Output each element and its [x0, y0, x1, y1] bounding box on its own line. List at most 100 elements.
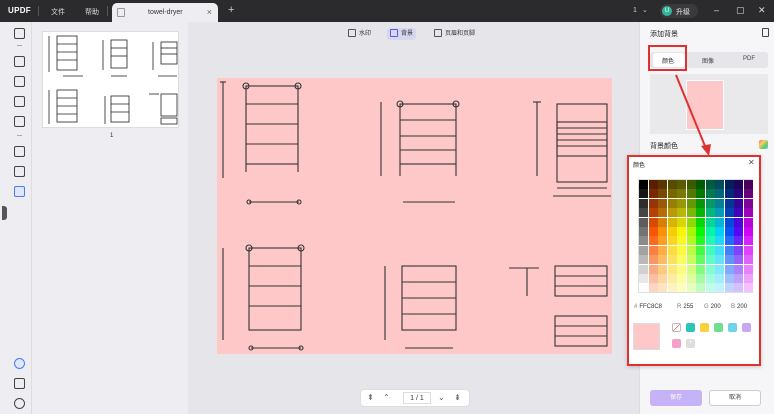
color-cell[interactable]	[667, 198, 677, 208]
color-cell[interactable]	[734, 274, 744, 284]
color-cell[interactable]	[648, 208, 658, 218]
color-cell[interactable]	[743, 274, 753, 284]
color-cell[interactable]	[677, 274, 687, 284]
color-picker-icon[interactable]	[759, 140, 768, 149]
color-cell[interactable]	[677, 189, 687, 199]
color-cell[interactable]	[686, 283, 696, 293]
color-cell[interactable]	[715, 236, 725, 246]
color-cell[interactable]	[724, 236, 734, 246]
color-cell[interactable]	[724, 217, 734, 227]
color-cell[interactable]	[658, 189, 668, 199]
color-cell[interactable]	[686, 245, 696, 255]
color-cell[interactable]	[696, 198, 706, 208]
page-tools-icon[interactable]	[14, 186, 25, 197]
color-cell[interactable]	[658, 180, 668, 190]
color-cell[interactable]	[639, 264, 649, 274]
color-cell[interactable]	[686, 236, 696, 246]
color-cell[interactable]	[724, 208, 734, 218]
menu-help[interactable]: 帮助	[85, 7, 99, 17]
color-cell[interactable]	[648, 180, 658, 190]
color-cell[interactable]	[667, 255, 677, 265]
color-cell[interactable]	[705, 180, 715, 190]
green-value[interactable]: G 200	[704, 304, 721, 310]
color-cell[interactable]	[639, 245, 649, 255]
upgrade-button[interactable]: U 升级	[660, 4, 698, 18]
color-cell[interactable]	[639, 208, 649, 218]
color-cell[interactable]	[639, 227, 649, 237]
prev-page-icon[interactable]: ⌃	[383, 393, 390, 402]
menu-file[interactable]: 文件	[51, 7, 65, 17]
color-cell[interactable]	[648, 245, 658, 255]
color-cell[interactable]	[686, 264, 696, 274]
color-cell[interactable]	[686, 189, 696, 199]
color-cell[interactable]	[724, 283, 734, 293]
new-tab-icon[interactable]: +	[228, 4, 234, 16]
color-cell[interactable]	[734, 245, 744, 255]
color-cell[interactable]	[648, 274, 658, 284]
header-footer-tool[interactable]: 页眉和页脚	[434, 28, 475, 40]
color-cell[interactable]	[696, 274, 706, 284]
color-cell[interactable]	[734, 236, 744, 246]
color-cell[interactable]	[724, 245, 734, 255]
color-cell[interactable]	[639, 274, 649, 284]
color-cell[interactable]	[677, 245, 687, 255]
color-cell[interactable]	[696, 255, 706, 265]
color-cell[interactable]	[696, 180, 706, 190]
color-cell[interactable]	[724, 198, 734, 208]
add-color-button[interactable]: +	[686, 339, 695, 348]
color-cell[interactable]	[715, 245, 725, 255]
color-cell[interactable]	[667, 236, 677, 246]
edit-icon[interactable]	[14, 76, 25, 87]
color-cell[interactable]	[658, 255, 668, 265]
color-cell[interactable]	[734, 189, 744, 199]
color-cell[interactable]	[686, 227, 696, 237]
color-cell[interactable]	[677, 208, 687, 218]
close-tab-icon[interactable]: ×	[207, 7, 212, 17]
color-cell[interactable]	[724, 227, 734, 237]
color-cell[interactable]	[667, 217, 677, 227]
color-cell[interactable]	[648, 217, 658, 227]
color-cell[interactable]	[743, 283, 753, 293]
color-cell[interactable]	[677, 198, 687, 208]
color-cell[interactable]	[715, 255, 725, 265]
first-page-icon[interactable]: ⇞	[367, 393, 374, 402]
color-cell[interactable]	[686, 208, 696, 218]
color-cell[interactable]	[677, 255, 687, 265]
export-icon[interactable]	[762, 28, 769, 37]
color-cell[interactable]	[705, 227, 715, 237]
recent-color-swatch[interactable]	[714, 323, 723, 332]
color-cell[interactable]	[686, 198, 696, 208]
color-cell[interactable]	[648, 255, 658, 265]
color-cell[interactable]	[658, 236, 668, 246]
color-cell[interactable]	[705, 255, 715, 265]
color-cell[interactable]	[639, 236, 649, 246]
color-cell[interactable]	[667, 208, 677, 218]
color-cell[interactable]	[639, 198, 649, 208]
color-cell[interactable]	[696, 245, 706, 255]
color-cell[interactable]	[715, 264, 725, 274]
color-cell[interactable]	[677, 236, 687, 246]
color-cell[interactable]	[715, 274, 725, 284]
color-cell[interactable]	[639, 283, 649, 293]
color-cell[interactable]	[677, 217, 687, 227]
page-thumbnail[interactable]	[42, 31, 179, 128]
color-cell[interactable]	[734, 264, 744, 274]
color-cell[interactable]	[686, 217, 696, 227]
color-cell[interactable]	[658, 198, 668, 208]
color-cell[interactable]	[743, 198, 753, 208]
color-cell[interactable]	[658, 245, 668, 255]
reader-icon[interactable]	[14, 28, 25, 39]
color-cell[interactable]	[743, 208, 753, 218]
organize-icon[interactable]	[14, 116, 25, 127]
tab-image[interactable]: 图像	[702, 56, 714, 65]
color-cell[interactable]	[639, 217, 649, 227]
last-page-icon[interactable]: ⇟	[454, 393, 461, 402]
color-cell[interactable]	[658, 217, 668, 227]
next-page-icon[interactable]: ⌄	[438, 393, 445, 402]
color-cell[interactable]	[696, 264, 706, 274]
color-cell[interactable]	[705, 198, 715, 208]
color-cell[interactable]	[734, 283, 744, 293]
collapse-handle[interactable]	[2, 206, 7, 220]
color-cell[interactable]	[743, 217, 753, 227]
tab-pdf[interactable]: PDF	[743, 56, 755, 62]
